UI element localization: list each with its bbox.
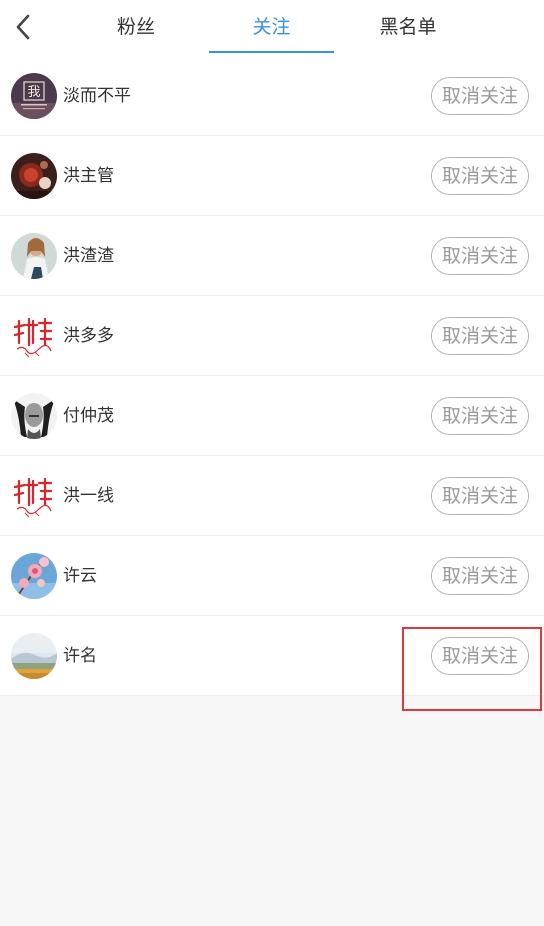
top-tab-bar: 粉丝 关注 黑名单 bbox=[0, 0, 544, 56]
list-item[interactable]: 付仲茂 取消关注 bbox=[0, 376, 544, 456]
avatar[interactable] bbox=[11, 153, 57, 199]
avatar[interactable] bbox=[11, 313, 57, 359]
avatar[interactable]: 我 bbox=[11, 73, 57, 119]
unfollow-button[interactable]: 取消关注 bbox=[431, 477, 529, 515]
avatar[interactable] bbox=[11, 633, 57, 679]
list-item[interactable]: 洪渣渣 取消关注 bbox=[0, 216, 544, 296]
avatar[interactable] bbox=[11, 473, 57, 519]
avatar-logo-text: 我 bbox=[27, 85, 40, 100]
user-name: 许云 bbox=[63, 566, 97, 586]
user-name: 洪一线 bbox=[63, 486, 114, 506]
user-name: 洪多多 bbox=[63, 326, 114, 346]
unfollow-button[interactable]: 取消关注 bbox=[431, 157, 529, 195]
user-name: 洪主管 bbox=[63, 166, 114, 186]
active-tab-indicator bbox=[209, 51, 334, 53]
following-list: 我 淡而不平 取消关注 洪主管 取消关注 洪渣渣 取消关注 洪多多 取消关注 付… bbox=[0, 56, 544, 696]
highlight-box bbox=[402, 627, 542, 711]
unfollow-button[interactable]: 取消关注 bbox=[431, 237, 529, 275]
unfollow-button[interactable]: 取消关注 bbox=[431, 397, 529, 435]
list-item[interactable]: 洪主管 取消关注 bbox=[0, 136, 544, 216]
user-name: 洪渣渣 bbox=[63, 246, 114, 266]
avatar[interactable] bbox=[11, 393, 57, 439]
unfollow-button[interactable]: 取消关注 bbox=[431, 317, 529, 355]
user-name: 许名 bbox=[63, 646, 97, 666]
avatar[interactable] bbox=[11, 553, 57, 599]
unfollow-button[interactable]: 取消关注 bbox=[431, 77, 529, 115]
avatar[interactable] bbox=[11, 233, 57, 279]
back-button[interactable] bbox=[10, 12, 38, 42]
tab-following[interactable]: 关注 bbox=[209, 0, 334, 54]
tab-fans[interactable]: 粉丝 bbox=[86, 0, 186, 54]
user-name: 付仲茂 bbox=[63, 406, 114, 426]
tab-blacklist[interactable]: 黑名单 bbox=[356, 0, 460, 54]
list-item[interactable]: 许云 取消关注 bbox=[0, 536, 544, 616]
chevron-left-icon bbox=[16, 14, 30, 40]
list-item[interactable]: 洪一线 取消关注 bbox=[0, 456, 544, 536]
list-item[interactable]: 洪多多 取消关注 bbox=[0, 296, 544, 376]
unfollow-button[interactable]: 取消关注 bbox=[431, 557, 529, 595]
list-item[interactable]: 我 淡而不平 取消关注 bbox=[0, 56, 544, 136]
user-name: 淡而不平 bbox=[63, 86, 131, 106]
